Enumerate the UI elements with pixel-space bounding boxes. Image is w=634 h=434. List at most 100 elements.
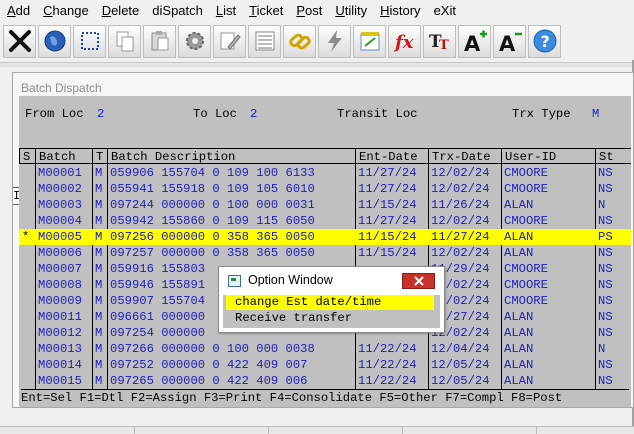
trx-date-cell: 12/02/24 — [431, 166, 490, 180]
st-cell: PS — [598, 230, 613, 244]
close-x-icon[interactable] — [3, 24, 36, 58]
font-decrease-icon[interactable]: A — [493, 24, 526, 58]
option-receive-transfer[interactable]: Receive transfer — [226, 311, 434, 326]
batch-cell: M00004 — [38, 214, 82, 228]
description-cell: 097244 000000 0 100 000 0031 — [110, 198, 315, 212]
t-cell: M — [95, 262, 103, 276]
settings-icon[interactable] — [178, 24, 211, 58]
batch-cell: M00003 — [38, 198, 82, 212]
st-cell: NS — [598, 214, 613, 228]
st-cell: NS — [598, 246, 613, 260]
function-key-legend: Ent=Sel F1=Dtl F2=Assign F3=Print F4=Con… — [21, 389, 629, 405]
batch-cell: M00013 — [38, 342, 82, 356]
calc-icon[interactable] — [353, 24, 386, 58]
copy-icon[interactable] — [108, 24, 141, 58]
t-cell: M — [95, 310, 103, 324]
batch-cell: M00001 — [38, 166, 82, 180]
lightning-icon[interactable] — [318, 24, 351, 58]
text-format-icon[interactable]: TT — [423, 24, 456, 58]
batch-cell: M00006 — [38, 246, 82, 260]
menu-item[interactable]: Post — [289, 0, 328, 22]
help-icon[interactable]: ? — [528, 24, 561, 58]
description-cell: 097266 000000 0 100 000 0038 — [110, 342, 315, 356]
svg-text:A: A — [499, 32, 516, 54]
table-row[interactable]: M00014 M 097252 000000 0 422 409 007 11/22/… — [19, 357, 631, 373]
description-cell: 097257 000000 0 358 365 0050 — [110, 246, 315, 260]
font-increase-icon[interactable]: A — [458, 24, 491, 58]
trx-type-value[interactable]: M — [592, 106, 599, 122]
menu-item[interactable]: History — [373, 0, 426, 22]
table-row[interactable]: M00004 M 059942 155860 0 109 115 6050 11/27… — [19, 213, 631, 229]
ent-date-cell: 11/22/24 — [358, 342, 417, 356]
from-loc-label: From Loc — [25, 107, 84, 121]
table-row[interactable]: M00015 M 097265 000000 0 422 409 006 11/22/… — [19, 373, 631, 389]
menu-item[interactable]: List — [209, 0, 242, 22]
status-bar-divider — [134, 427, 135, 434]
menu-item[interactable]: Utility — [328, 0, 373, 22]
st-cell: NS — [598, 326, 613, 340]
table-row[interactable]: M00006 M 097257 000000 0 358 365 0050 11/15… — [19, 245, 631, 261]
table-row[interactable]: M00013 M 097266 000000 0 100 000 0038 11/22… — [19, 341, 631, 357]
table-row[interactable]: * M00005 M 097256 000000 0 358 365 0050 11/1… — [19, 229, 631, 245]
ent-date-cell: 11/27/24 — [358, 182, 417, 196]
st-cell: NS — [598, 294, 613, 308]
table-row[interactable]: M00002 M 055941 155918 0 109 105 6010 11/27… — [19, 181, 631, 197]
t-cell: M — [95, 246, 103, 260]
select-rect-icon[interactable] — [73, 24, 106, 58]
st-cell: NS — [598, 182, 613, 196]
user-id-cell: ALAN — [504, 246, 534, 260]
svg-text:A: A — [464, 32, 481, 54]
menu-item[interactable]: Add — [0, 0, 36, 22]
toolbar-divider — [0, 62, 634, 67]
menu-item[interactable]: Ticket — [242, 0, 289, 22]
trx-date-cell: 12/04/24 — [431, 342, 490, 356]
col-trx-date-header: Trx-Date — [428, 148, 501, 164]
table-row[interactable]: M00003 M 097244 000000 0 100 000 0031 11/15… — [19, 197, 631, 213]
option-change-est-date[interactable]: change Est date/time — [226, 295, 434, 310]
ent-date-cell: 11/27/24 — [358, 214, 417, 228]
col-batch-header: Batch — [35, 148, 92, 164]
close-button[interactable] — [402, 273, 435, 289]
close-icon — [413, 276, 424, 286]
globe-icon[interactable] — [38, 24, 71, 58]
description-cell: 059906 155704 0 109 100 6133 — [110, 166, 315, 180]
transit-loc-label: Transit Loc — [337, 107, 418, 121]
menu-item[interactable]: Change — [36, 0, 95, 22]
user-id-cell: ALAN — [504, 230, 534, 244]
table-row[interactable]: M00001 M 059906 155704 0 109 100 6133 11/27… — [19, 165, 631, 181]
chain-link-icon[interactable] — [283, 24, 316, 58]
trx-date-cell: 12/05/24 — [431, 358, 490, 372]
ent-date-cell: 11/27/24 — [358, 166, 417, 180]
trx-date-cell: 12/05/24 — [431, 374, 490, 388]
to-loc-value[interactable]: 2 — [250, 106, 257, 122]
option-window-titlebar: Option Window — [219, 267, 444, 295]
user-id-cell: CMOORE — [504, 166, 548, 180]
to-loc-label: To Loc — [193, 107, 237, 121]
paste-icon[interactable] — [143, 24, 176, 58]
status-bar-divider — [402, 427, 403, 434]
svg-text:?: ? — [540, 32, 549, 51]
from-loc-value[interactable]: 2 — [97, 106, 104, 122]
option-list: change Est date/time Receive transfer — [223, 295, 440, 328]
user-id-cell: ALAN — [504, 198, 534, 212]
app-window-icon — [228, 275, 241, 287]
menu-item[interactable]: Delete — [95, 0, 146, 22]
description-cell: 097265 000000 0 422 409 006 — [110, 374, 308, 388]
trx-type-label: Trx Type — [512, 107, 571, 121]
list-icon[interactable] — [248, 24, 281, 58]
fx-icon[interactable]: fx — [388, 24, 421, 58]
st-cell: NS — [598, 374, 613, 388]
menu-item[interactable]: diSpatch — [145, 0, 209, 22]
trx-date-cell: 12/02/24 — [431, 182, 490, 196]
col-t-header: T — [92, 148, 107, 164]
ent-date-cell: 11/15/24 — [358, 230, 417, 244]
user-id-cell: ALAN — [504, 342, 534, 356]
trx-date-cell: 11/27/24 — [431, 230, 490, 244]
status-bar-divider — [536, 427, 537, 434]
user-id-cell: CMOORE — [504, 262, 548, 276]
edit-icon[interactable] — [213, 24, 246, 58]
col-user-id-header: User-ID — [501, 148, 595, 164]
menu-item[interactable]: eXit — [427, 0, 462, 22]
batch-cell: M00011 — [38, 310, 82, 324]
batch-cell: M00014 — [38, 358, 82, 372]
